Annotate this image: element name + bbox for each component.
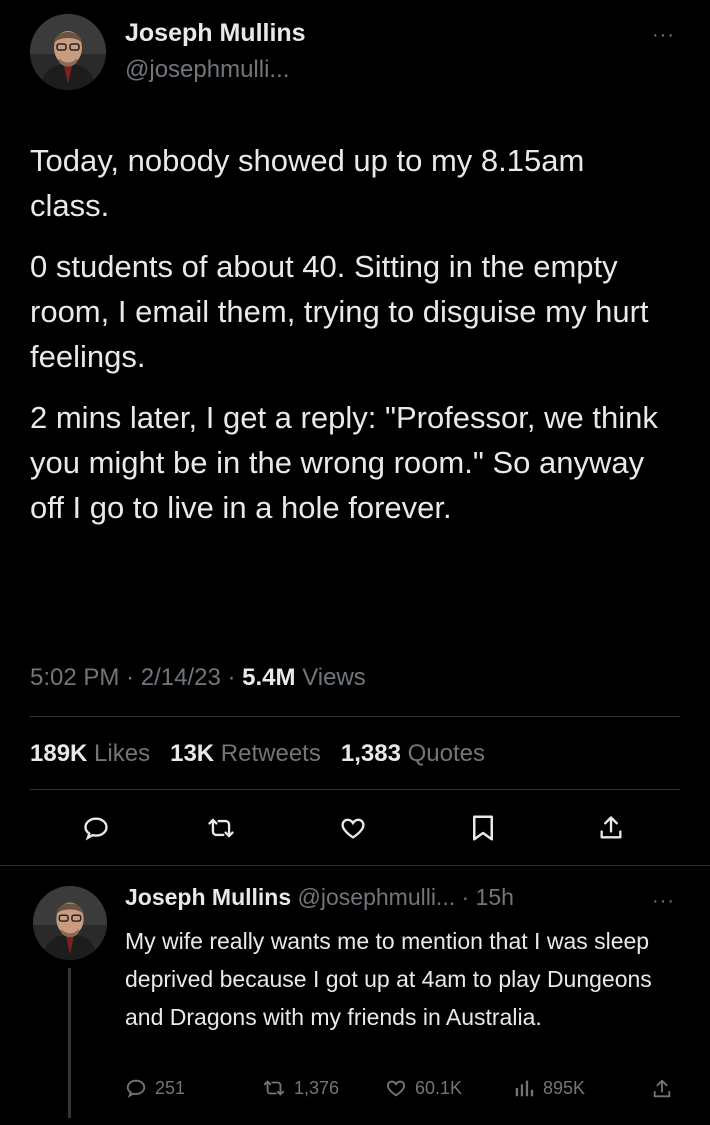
like-icon [386, 1080, 406, 1097]
separator: · [227, 664, 236, 691]
quotes-stat[interactable]: 1,383 Quotes [341, 740, 485, 767]
tweet-paragraph: Today, nobody showed up to my 8.15am cla… [30, 143, 585, 223]
likes-count: 189K [30, 740, 88, 767]
reply-button[interactable] [76, 808, 116, 848]
reply-views-button[interactable]: 895K [513, 1077, 585, 1099]
divider [0, 865, 710, 866]
separator: · [126, 664, 135, 691]
quotes-count: 1,383 [340, 740, 401, 767]
tweet-metadata: 5:02 PM · 2/14/23 · 5.4M Views [30, 664, 366, 692]
reply-avatar[interactable] [33, 886, 107, 960]
avatar-photo [30, 14, 106, 90]
reply-retweet-button[interactable]: 1,376 [262, 1077, 339, 1099]
views-label: Views [302, 664, 366, 691]
retweets-count: 13K [170, 740, 215, 767]
tweet-paragraph: 2 mins later, I get a reply: "Professor,… [30, 400, 658, 525]
retweets-stat[interactable]: 13K Retweets [170, 740, 327, 767]
share-button[interactable] [591, 808, 631, 848]
retweet-icon [208, 818, 234, 838]
reply-share-button[interactable] [651, 1077, 673, 1106]
author-handle[interactable]: @josephmulli... [125, 56, 289, 84]
reply-count: 251 [155, 1077, 186, 1098]
like-icon [341, 818, 365, 839]
quotes-label: Quotes [407, 740, 485, 767]
reply-age[interactable]: · 15h [462, 884, 514, 910]
likes-stat[interactable]: 189K Likes [30, 740, 157, 767]
like-count: 60.1K [415, 1077, 463, 1098]
reply-reply-button[interactable]: 251 [125, 1077, 185, 1099]
tweet-paragraph: 0 students of about 40. Sitting in the e… [30, 249, 649, 374]
retweet-button[interactable] [201, 808, 241, 848]
avatar-photo [33, 886, 107, 960]
reply-icon [126, 1079, 146, 1098]
bookmark-button[interactable] [463, 808, 503, 848]
reply-author-name[interactable]: Joseph Mullins [125, 884, 291, 910]
likes-label: Likes [94, 740, 151, 767]
share-icon [600, 816, 622, 839]
retweet-count: 1,376 [294, 1077, 340, 1098]
views-count: 5.4M [242, 664, 296, 691]
reply-icon [84, 817, 108, 841]
tweet-text: Today, nobody showed up to my 8.15am cla… [30, 138, 680, 546]
views-count: 895K [543, 1077, 586, 1098]
like-button[interactable] [333, 808, 373, 848]
divider [30, 716, 680, 717]
reply-more-options-icon[interactable]: ··· [652, 891, 675, 911]
divider [30, 789, 680, 790]
more-options-icon[interactable]: ··· [652, 25, 675, 45]
reply-header: Joseph Mullins @josephmulli... · 15h [125, 884, 514, 911]
retweets-label: Retweets [220, 740, 321, 767]
author-name[interactable]: Joseph Mullins [125, 19, 306, 48]
retweet-icon [263, 1080, 285, 1096]
thread-line [68, 968, 71, 1118]
views-icon [515, 1080, 534, 1097]
engagement-stats: 189K Likes 13K Retweets 1,383 Quotes [30, 740, 485, 768]
avatar[interactable] [30, 14, 106, 90]
reply-author-handle[interactable]: @josephmulli... [298, 884, 456, 910]
tweet-time[interactable]: 5:02 PM [30, 664, 119, 691]
reply-like-button[interactable]: 60.1K [385, 1077, 462, 1099]
tweet-date[interactable]: 2/14/23 [141, 664, 221, 691]
share-icon [653, 1079, 671, 1098]
reply-text: My wife really wants me to mention that … [125, 928, 652, 1030]
bookmark-icon [473, 815, 493, 841]
